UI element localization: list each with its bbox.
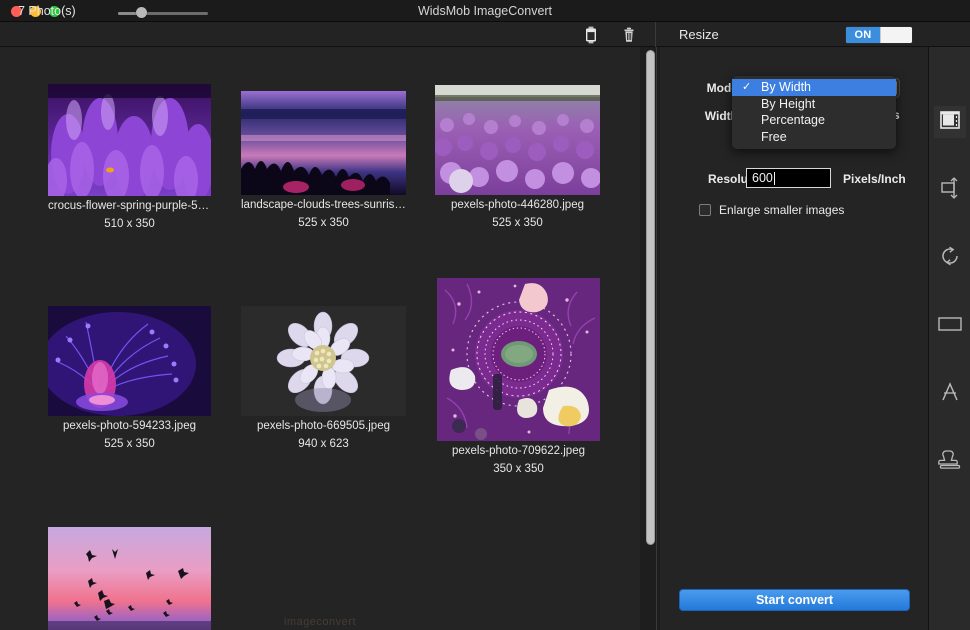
resolution-value: 600 xyxy=(752,171,773,185)
menu-item-label: Free xyxy=(761,129,787,144)
thumbnail-zoom-slider[interactable] xyxy=(118,7,208,18)
photo-name: pexels-photo-669505.jpeg xyxy=(257,420,390,432)
photo-thumbnail[interactable] xyxy=(48,527,211,630)
photo-thumbnail[interactable] xyxy=(241,91,406,195)
menu-item-label: By Height xyxy=(761,96,816,111)
photo-dimensions: 525 x 350 xyxy=(298,217,349,229)
photo-thumbnail[interactable] xyxy=(48,306,211,416)
resolution-input[interactable]: 600 xyxy=(746,168,831,188)
enlarge-checkbox-label: Enlarge smaller images xyxy=(719,203,845,217)
photo-name: pexels-photo-709622.jpeg xyxy=(452,445,585,457)
menu-item-percentage[interactable]: Percentage xyxy=(732,112,896,129)
rotate-icon xyxy=(938,244,962,273)
photo-name: pexels-photo-594233.jpeg xyxy=(63,420,196,432)
toolbar-divider xyxy=(655,22,656,47)
photo-dimensions: 525 x 350 xyxy=(492,217,543,229)
resize-toggle-knob[interactable] xyxy=(880,27,912,43)
photo-grid: crocus-flower-spring-purple-5999... 510 … xyxy=(0,47,640,630)
border-icon xyxy=(937,314,963,339)
rail-item-crop[interactable] xyxy=(934,174,966,206)
photo-thumbnail[interactable] xyxy=(437,278,600,441)
text-icon xyxy=(939,381,961,408)
mode-dropdown-menu[interactable]: ✓ By Width By Height Percentage Free xyxy=(732,76,896,149)
photo-name: crocus-flower-spring-purple-5999... xyxy=(48,200,211,212)
rail-item-resize[interactable] xyxy=(934,106,966,138)
trash-icon[interactable] xyxy=(618,25,640,45)
photo-name: landscape-clouds-trees-sunrise-2... xyxy=(241,199,406,211)
app-window: WidsMob ImageConvert 7 Photo(s) Resize O… xyxy=(0,0,970,630)
photo-dimensions: 940 x 623 xyxy=(298,438,349,450)
photo-dimensions: 510 x 350 xyxy=(104,218,155,230)
menu-item-by-width[interactable]: ✓ By Width xyxy=(732,79,896,96)
photo-dimensions: 350 x 350 xyxy=(493,463,544,475)
mode-label: Mode: xyxy=(706,81,742,95)
crop-icon xyxy=(938,176,962,205)
photo-thumbnail[interactable] xyxy=(241,306,406,416)
rail-item-watermark[interactable] xyxy=(934,446,966,478)
resize-panel-title: Resize xyxy=(679,27,719,42)
rail-item-text[interactable] xyxy=(934,378,966,410)
menu-item-label: Percentage xyxy=(761,113,825,127)
photo-thumbnail[interactable] xyxy=(435,85,600,195)
width-label: Width: xyxy=(704,109,742,123)
toolbar xyxy=(0,22,970,47)
slider-track xyxy=(118,12,208,15)
photo-grid-area: crocus-flower-spring-purple-5999... 510 … xyxy=(0,47,640,630)
photo-dimensions: 525 x 350 xyxy=(104,438,155,450)
resize-toggle-on-label: ON xyxy=(846,27,880,43)
start-convert-button[interactable]: Start convert xyxy=(679,589,910,611)
menu-item-free[interactable]: Free xyxy=(732,129,896,146)
text-caret xyxy=(774,172,775,185)
app-watermark: imageconvert xyxy=(283,616,357,628)
tool-rail xyxy=(928,47,970,630)
rail-item-rotate[interactable] xyxy=(934,242,966,274)
check-icon: ✓ xyxy=(742,81,752,93)
photo-count-label: 7 Photo(s) xyxy=(18,4,76,18)
slider-knob[interactable] xyxy=(136,7,147,18)
resize-icon xyxy=(939,109,961,136)
panel-divider xyxy=(656,47,657,630)
photo-grid-scrollbar[interactable] xyxy=(646,50,655,545)
resize-toggle[interactable]: ON xyxy=(845,26,913,44)
export-icon[interactable] xyxy=(580,25,602,45)
resolution-unit-label: Pixels/Inch xyxy=(843,172,906,186)
menu-item-label: By Width xyxy=(761,80,812,94)
photo-thumbnail[interactable] xyxy=(48,84,211,196)
enlarge-checkbox[interactable] xyxy=(699,204,711,216)
menu-item-by-height[interactable]: By Height xyxy=(732,96,896,113)
photo-name: pexels-photo-446280.jpeg xyxy=(451,199,584,211)
watermark-stamp-icon xyxy=(938,448,962,477)
rail-item-border[interactable] xyxy=(934,310,966,342)
